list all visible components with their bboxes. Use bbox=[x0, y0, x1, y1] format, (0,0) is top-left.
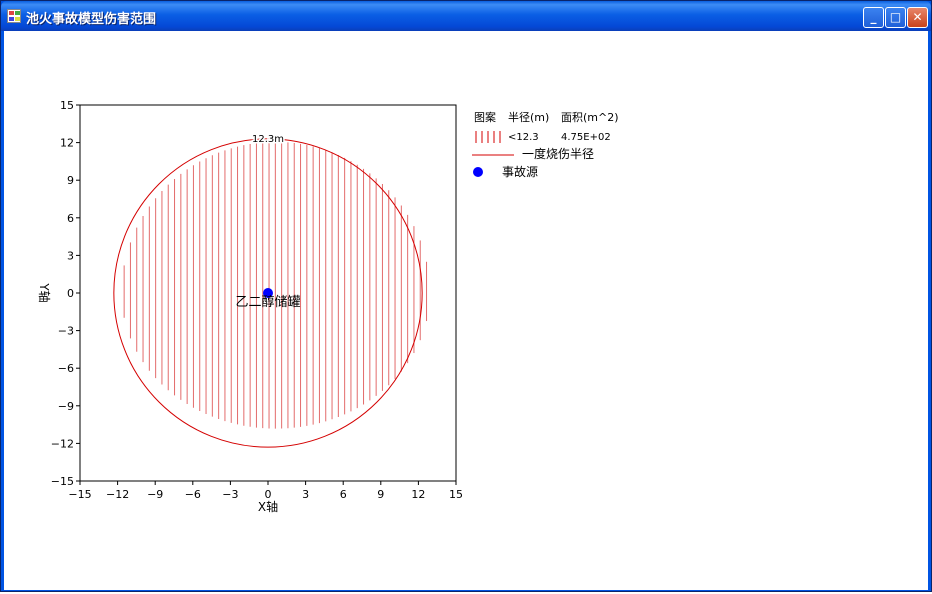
close-button[interactable]: ✕ bbox=[907, 7, 928, 28]
x-axis-label: X轴 bbox=[258, 499, 278, 514]
legend-burn-label: 一度烧伤半径 bbox=[522, 146, 594, 161]
maximize-button[interactable]: □ bbox=[885, 7, 906, 28]
source-label: 乙二醇储罐 bbox=[235, 294, 300, 310]
radius-label: 12.3m bbox=[252, 134, 284, 145]
maximize-icon: □ bbox=[889, 10, 902, 24]
x-tick-label: 9 bbox=[377, 488, 384, 501]
client-area: −15 −12 −9 −6 −3 0 3 6 9 12 15 −15 −12 −9 −6 −3 0 3 6 9 12 1… bbox=[4, 31, 928, 590]
y-tick-label: 3 bbox=[67, 249, 74, 262]
legend-radius-value: <12.3 bbox=[508, 132, 539, 143]
y-axis-ticks: −15 −12 −9 −6 −3 0 3 6 9 12 15 bbox=[51, 99, 80, 488]
y-tick-label: −9 bbox=[58, 400, 74, 413]
y-tick-label: 15 bbox=[60, 99, 74, 112]
x-tick-label: −9 bbox=[147, 488, 163, 501]
y-tick-label: −12 bbox=[51, 437, 74, 450]
window-title: 池火事故模型伤害范围 bbox=[26, 12, 157, 27]
y-tick-label: −15 bbox=[51, 475, 74, 488]
app-icon[interactable] bbox=[7, 9, 21, 23]
legend-dot-symbol bbox=[473, 167, 483, 177]
x-tick-label: 3 bbox=[302, 488, 309, 501]
legend-header-pattern: 图案 bbox=[474, 110, 496, 124]
legend-source-label: 事故源 bbox=[502, 164, 538, 179]
title-bar[interactable]: 池火事故模型伤害范围 _ □ ✕ bbox=[1, 1, 931, 31]
x-tick-label: −12 bbox=[106, 488, 129, 501]
hatch-area bbox=[123, 141, 428, 429]
legend-header-area: 面积(m^2) bbox=[561, 111, 619, 124]
minimize-button[interactable]: _ bbox=[863, 7, 884, 28]
legend: 图案 半径(m) 面积(m^2) <12.3 4.75E+02 一度烧伤半径 事… bbox=[472, 110, 619, 179]
x-tick-label: 12 bbox=[411, 488, 425, 501]
minimize-icon: _ bbox=[870, 10, 877, 24]
x-tick-label: −3 bbox=[222, 488, 238, 501]
legend-hatch-symbol bbox=[475, 131, 501, 143]
x-axis-ticks: −15 −12 −9 −6 −3 0 3 6 9 12 15 bbox=[68, 481, 463, 501]
legend-header-radius: 半径(m) bbox=[508, 110, 549, 124]
y-tick-label: 0 bbox=[67, 287, 74, 300]
app-window: 池火事故模型伤害范围 _ □ ✕ −15 −12 −9 −6 −3 0 3 6 9 12 15 −1… bbox=[0, 0, 932, 592]
legend-area-value: 4.75E+02 bbox=[561, 132, 611, 143]
damage-range-chart: −15 −12 −9 −6 −3 0 3 6 9 12 15 −15 −12 −9 −6 −3 0 3 6 9 12 1… bbox=[37, 99, 619, 514]
y-tick-label: 6 bbox=[67, 212, 74, 225]
y-tick-label: −3 bbox=[58, 325, 74, 338]
x-tick-label: 15 bbox=[449, 488, 463, 501]
y-tick-label: 12 bbox=[60, 137, 74, 150]
x-tick-label: −15 bbox=[68, 488, 91, 501]
x-tick-label: −6 bbox=[185, 488, 201, 501]
y-tick-label: −6 bbox=[58, 362, 74, 375]
y-tick-label: 9 bbox=[67, 174, 74, 187]
close-icon: ✕ bbox=[912, 10, 923, 24]
x-tick-label: 6 bbox=[340, 488, 347, 501]
y-axis-label: Y轴 bbox=[37, 282, 52, 302]
